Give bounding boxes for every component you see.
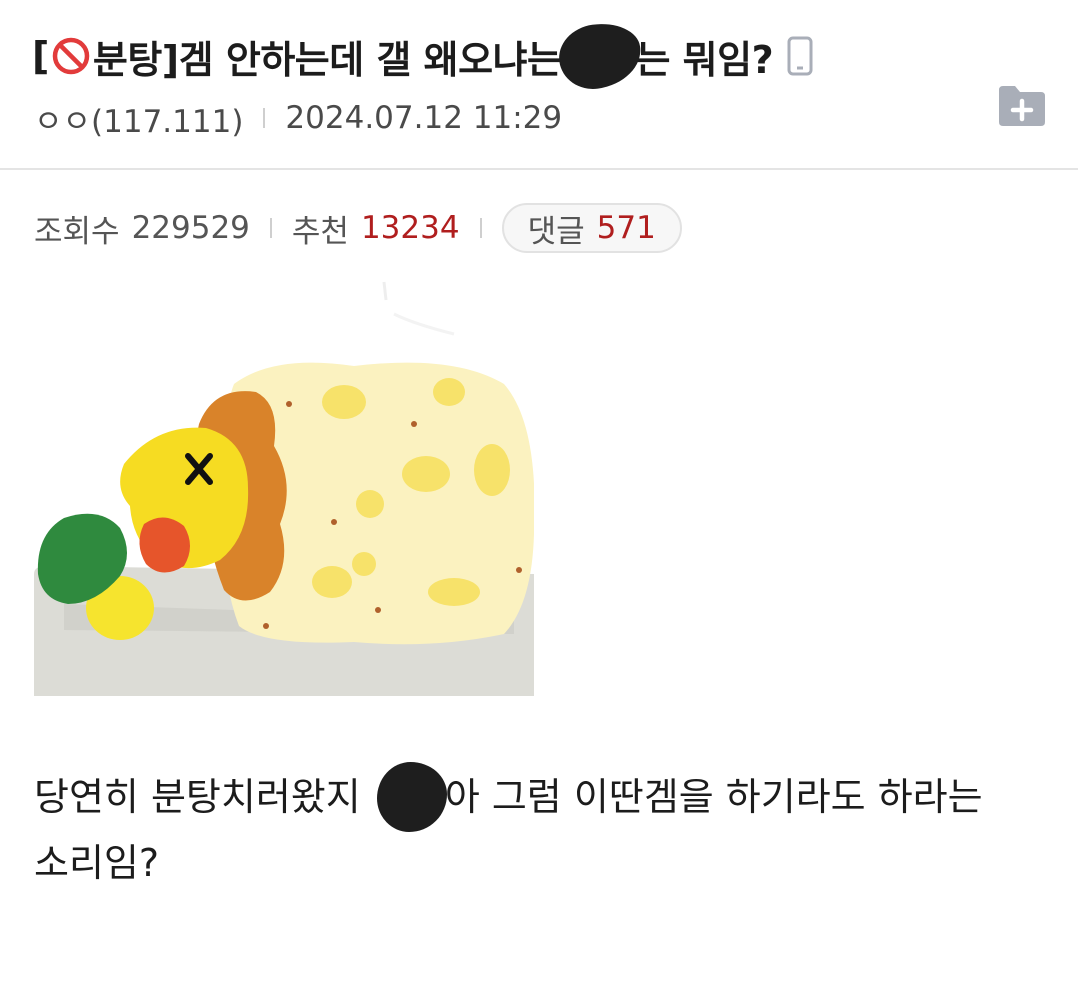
- content-line2: 소리임?: [34, 841, 160, 885]
- post-header: [ 분탕] 겜 안하는데 갤 왜오냐는 는 뭐임? ㅇㅇ(117.111) 20…: [0, 0, 1078, 170]
- prohibited-icon: [52, 37, 90, 75]
- post-image-sleeping-character: [34, 274, 534, 696]
- recommend-label: 추천: [291, 213, 349, 250]
- content-line1-after: 아 그럼 이딴겜을 하기라도 하라는: [444, 775, 983, 819]
- title-after: 는 뭐임?: [635, 37, 774, 82]
- comments-value: 571: [596, 210, 656, 246]
- censor-mark: [555, 18, 646, 94]
- title-bracket: [: [32, 34, 49, 78]
- meta-divider: [263, 108, 266, 128]
- title-tag: 분탕]: [92, 37, 179, 82]
- comments-label: 댓글: [527, 213, 585, 250]
- comments-button[interactable]: 댓글 571: [501, 203, 682, 253]
- views-value: 229529: [131, 210, 250, 246]
- mobile-phone-icon: [787, 36, 813, 76]
- views-label: 조회수: [34, 213, 120, 250]
- folder-plus-icon[interactable]: [997, 84, 1047, 128]
- title-main: 겜 안하는데 갤 왜오냐는: [178, 37, 562, 82]
- post-stats: 조회수 229529 추천 13234 댓글 571: [34, 200, 682, 256]
- stats-divider: [479, 218, 482, 238]
- recommend-value: 13234: [360, 210, 460, 246]
- post-content: 당연히 분탕치러왔지 아 그럼 이딴겜을 하기라도 하라는 소리임?: [34, 762, 1044, 894]
- content-line1-before: 당연히 분탕치러왔지: [34, 775, 373, 819]
- stats-divider: [269, 218, 272, 238]
- censor-mark-inline: [376, 762, 447, 832]
- post-date: 2024.07.12 11:29: [285, 100, 563, 136]
- post-title: [ 분탕] 겜 안하는데 갤 왜오냐는 는 뭐임?: [32, 18, 813, 94]
- author-name[interactable]: ㅇㅇ(117.111): [34, 96, 243, 141]
- post-meta: ㅇㅇ(117.111) 2024.07.12 11:29: [34, 96, 562, 140]
